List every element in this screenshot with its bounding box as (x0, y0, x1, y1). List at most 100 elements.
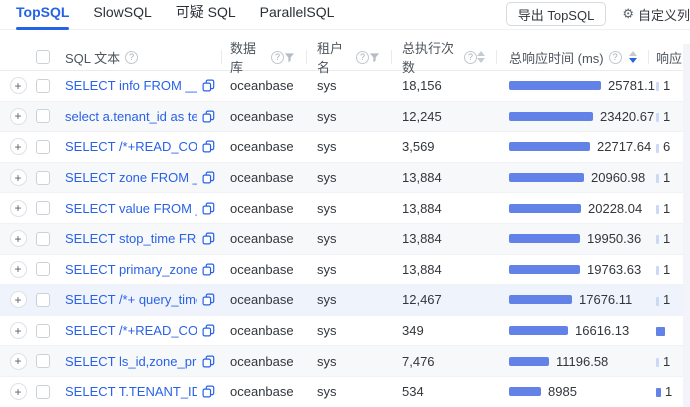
help-icon[interactable]: ? (609, 51, 622, 64)
total-response-time-cell: 20960.98 (497, 170, 649, 185)
row-checkbox[interactable] (36, 232, 50, 246)
sql-text-link[interactable]: select a.tenant_id as te... (65, 109, 197, 124)
table-row[interactable]: + SELECT zone FROM __a... oceanbase sys … (0, 163, 690, 194)
select-all-checkbox[interactable] (36, 50, 50, 64)
expand-row-button[interactable]: + (10, 291, 27, 308)
database-cell: oceanbase (222, 139, 307, 154)
sql-text-link[interactable]: SELECT ls_id,zone_prio... (65, 354, 197, 369)
table-row[interactable]: + SELECT ls_id,zone_prio... oceanbase sy… (0, 346, 690, 377)
database-cell: oceanbase (222, 292, 307, 307)
response-time-bar (509, 204, 581, 213)
avg-response-bar (656, 358, 659, 367)
row-checkbox[interactable] (36, 79, 50, 93)
table-row[interactable]: + SELECT T.TENANT_ID a... oceanbase sys … (0, 377, 690, 407)
expand-row-button[interactable]: + (10, 261, 27, 278)
response-time-bar (509, 295, 572, 304)
header-expand-spacer (0, 44, 36, 70)
customize-columns-button[interactable]: ⚙ 自定义列 (622, 5, 690, 24)
table-row[interactable]: + select a.tenant_id as te... oceanbase … (0, 102, 690, 133)
sql-text-link[interactable]: SELECT value FROM __... (65, 201, 197, 216)
expand-row-button[interactable]: + (10, 138, 27, 155)
sql-text-link[interactable]: SELECT /*+READ_CON... (65, 139, 197, 154)
sql-text-link[interactable]: SELECT T.TENANT_ID a... (65, 384, 197, 399)
row-checkbox[interactable] (36, 354, 50, 368)
tab-topsql[interactable]: TopSQL (16, 0, 69, 30)
copy-icon[interactable] (202, 140, 215, 153)
copy-icon[interactable] (202, 324, 215, 337)
database-cell: oceanbase (222, 231, 307, 246)
sort-icon-active[interactable] (629, 51, 637, 63)
row-checkbox[interactable] (36, 201, 50, 215)
copy-icon[interactable] (202, 293, 215, 306)
sql-text-link[interactable]: SELECT /*+READ_CON... (65, 323, 197, 338)
table-header: SQL 文本 ? 数据库 ? 租户名 ? 总执行次数 ? 总响应时间 (0, 44, 690, 71)
tenant-cell: sys (307, 262, 392, 277)
export-topsql-button[interactable]: 导出 TopSQL (506, 2, 607, 26)
help-icon[interactable]: ? (464, 51, 477, 64)
total-executions-cell: 13,884 (392, 231, 497, 246)
response-time-bar (509, 173, 584, 182)
copy-icon[interactable] (202, 232, 215, 245)
table-row[interactable]: + SELECT /*+ query_time... oceanbase sys… (0, 285, 690, 316)
total-executions-cell: 18,156 (392, 78, 497, 93)
avg-response-time-cell: 1 (649, 231, 690, 246)
row-checkbox[interactable] (36, 262, 50, 276)
sql-text-link[interactable]: SELECT zone FROM __a... (65, 170, 197, 185)
total-response-time-cell: 8985 (497, 384, 649, 399)
avg-response-value: 1 (663, 201, 670, 216)
row-checkbox[interactable] (36, 171, 50, 185)
caret-up-icon (629, 51, 637, 56)
copy-icon[interactable] (202, 355, 215, 368)
copy-icon[interactable] (202, 171, 215, 184)
row-checkbox[interactable] (36, 109, 50, 123)
avg-response-time-cell: 1 (649, 78, 690, 93)
row-checkbox[interactable] (36, 385, 50, 399)
expand-row-button[interactable]: + (10, 77, 27, 94)
filter-icon[interactable] (369, 52, 380, 63)
table-row[interactable]: + SELECT /*+READ_CON... oceanbase sys 34… (0, 316, 690, 347)
expand-row-button[interactable]: + (10, 200, 27, 217)
expand-row-button[interactable]: + (10, 322, 27, 339)
caret-up-icon (477, 51, 485, 56)
total-executions-cell: 13,884 (392, 262, 497, 277)
tenant-cell: sys (307, 78, 392, 93)
customize-columns-label: 自定义列 (638, 5, 690, 24)
expand-row-button[interactable]: + (10, 383, 27, 400)
sql-text-link[interactable]: SELECT primary_zone F... (65, 262, 197, 277)
tab-slowsql[interactable]: SlowSQL (93, 0, 151, 30)
help-icon[interactable]: ? (125, 51, 138, 64)
sql-text-link[interactable]: SELECT info FROM __all... (65, 78, 197, 93)
row-checkbox[interactable] (36, 293, 50, 307)
sort-icon[interactable] (477, 51, 485, 63)
expand-row-button[interactable]: + (10, 169, 27, 186)
copy-icon[interactable] (202, 202, 215, 215)
response-time-value: 22717.64 (597, 139, 651, 154)
filter-icon[interactable] (284, 52, 295, 63)
total-response-time-cell: 22717.64 (497, 139, 649, 154)
table-row[interactable]: + SELECT stop_time FRO... oceanbase sys … (0, 224, 690, 255)
avg-response-bar (656, 297, 659, 306)
sql-text-link[interactable]: SELECT stop_time FRO... (65, 231, 197, 246)
table-row[interactable]: + SELECT /*+READ_CON... oceanbase sys 3,… (0, 132, 690, 163)
expand-row-button[interactable]: + (10, 108, 27, 125)
help-icon[interactable]: ? (356, 51, 369, 64)
avg-response-time-cell: 1 (649, 109, 690, 124)
copy-icon[interactable] (202, 263, 215, 276)
copy-icon[interactable] (202, 79, 215, 92)
sql-text-link[interactable]: SELECT /*+ query_time... (65, 292, 197, 307)
help-icon[interactable]: ? (271, 51, 284, 64)
avg-response-value: 1 (663, 170, 670, 185)
row-checkbox[interactable] (36, 324, 50, 338)
copy-icon[interactable] (202, 385, 215, 398)
expand-row-button[interactable]: + (10, 230, 27, 247)
expand-row-button[interactable]: + (10, 353, 27, 370)
copy-icon[interactable] (202, 110, 215, 123)
tab-parallelsql[interactable]: ParallelSQL (260, 0, 335, 30)
response-time-value: 23420.67 (600, 109, 654, 124)
tab-suspicious-sql[interactable]: 可疑 SQL (176, 0, 236, 30)
table-row[interactable]: + SELECT primary_zone F... oceanbase sys… (0, 255, 690, 286)
response-time-value: 19950.36 (587, 231, 641, 246)
total-response-time-cell: 19763.63 (497, 262, 649, 277)
table-row[interactable]: + SELECT value FROM __... oceanbase sys … (0, 193, 690, 224)
row-checkbox[interactable] (36, 140, 50, 154)
